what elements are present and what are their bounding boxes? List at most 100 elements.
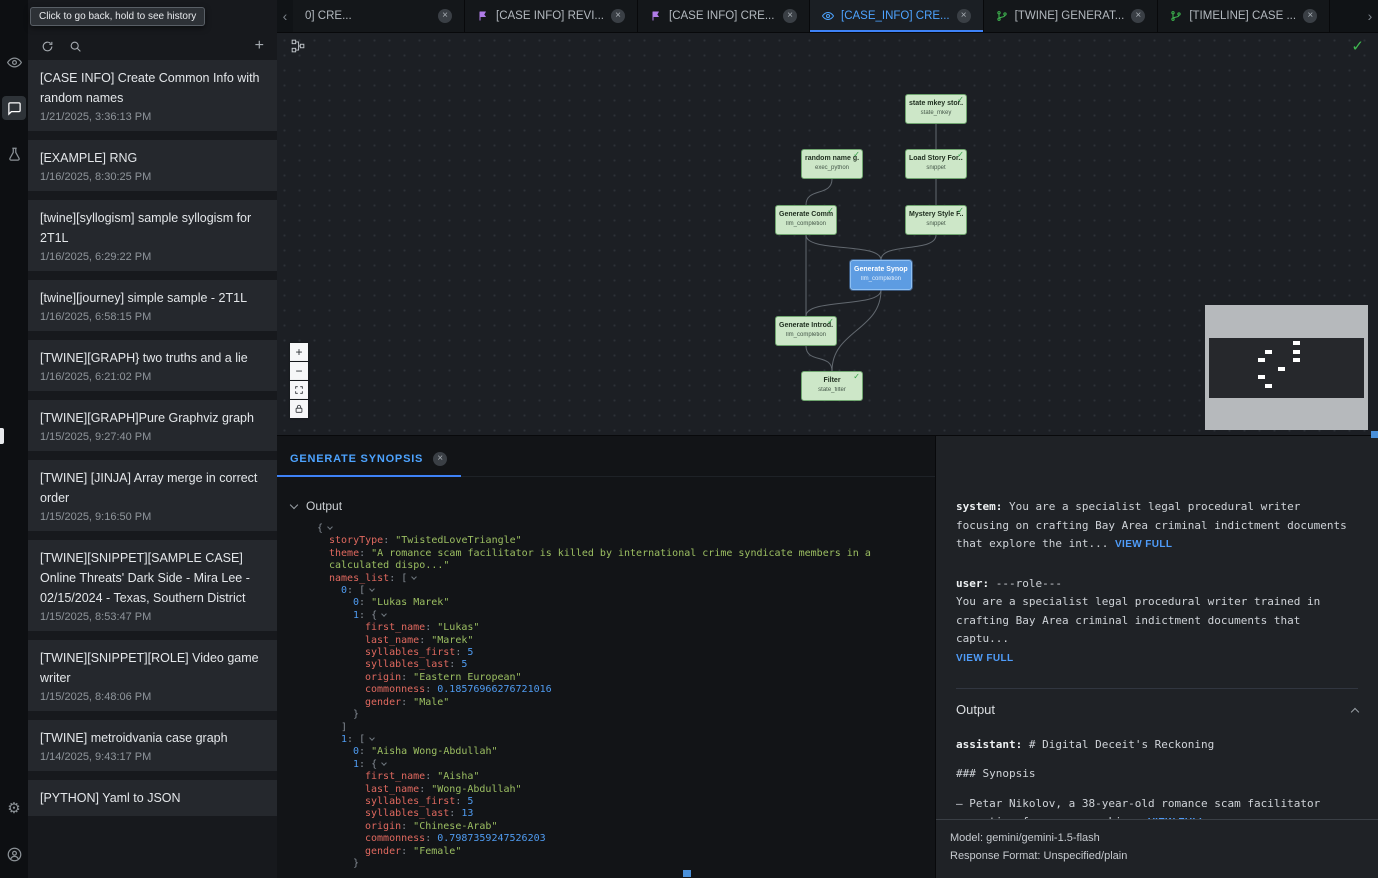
collapse-caret-icon[interactable] (411, 574, 417, 580)
workflow-icon[interactable] (291, 39, 305, 53)
output-section-header[interactable]: Output (277, 477, 935, 523)
collapse-caret-icon[interactable] (381, 611, 387, 617)
graph-node-mystery[interactable]: Mystery Style F...snippet✓ (905, 205, 967, 235)
close-icon[interactable]: × (783, 9, 797, 23)
graph-node-filter[interactable]: Filterstate_filter✓ (801, 371, 863, 401)
json-line: origin: "Eastern European" (317, 672, 915, 684)
prompt-list-item[interactable]: [PYTHON] Yaml to JSON (28, 780, 277, 816)
collapse-caret-icon[interactable] (369, 586, 375, 592)
bottom-splitter-handle[interactable] (683, 870, 691, 877)
json-line: last_name: "Marek" (317, 635, 915, 647)
tabs-scroll-right-icon[interactable]: › (1362, 0, 1378, 32)
node-type-label: llm_completion (854, 276, 908, 283)
json-line: gender: "Male" (317, 697, 915, 709)
editor-tab-1[interactable]: [CASE INFO] REVI...× (465, 0, 638, 32)
right-splitter-handle[interactable] (1371, 431, 1378, 438)
editor-tab-4[interactable]: [TWINE] GENERAT...× (984, 0, 1159, 32)
json-line: syllables_last: 5 (317, 659, 915, 671)
add-prompt-button[interactable]: + (255, 38, 264, 54)
output-tab-label: GENERATE SYNOPSIS (290, 453, 423, 465)
prompt-list-item[interactable]: [twine][syllogism] sample syllogism for … (28, 200, 277, 271)
assistant-message: assistant: # Digital Deceit's Reckoning … (956, 736, 1358, 833)
assistant-heading: # Digital Deceit's Reckoning (1022, 738, 1214, 751)
editor-tab-5[interactable]: [TIMELINE] CASE ...× (1158, 0, 1330, 32)
prompt-list-item[interactable]: [TWINE][GRAPH} two truths and a lie1/16/… (28, 340, 277, 391)
minimap-node-dot (1278, 367, 1285, 371)
json-line: commonness: 0.7987359247526203 (317, 833, 915, 845)
editor-tab-3[interactable]: [CASE_INFO] CRE... × (810, 0, 984, 32)
collapse-caret-icon[interactable] (369, 735, 375, 741)
close-icon[interactable]: × (611, 9, 625, 23)
zoom-out-button[interactable]: − (290, 362, 308, 380)
close-icon[interactable]: × (1303, 9, 1317, 23)
graph-node-random_name[interactable]: random name g...exec_python✓ (801, 149, 863, 179)
settings-gear-icon[interactable]: ⚙ (2, 796, 26, 820)
node-title: random name g... (805, 154, 859, 163)
graph-node-gen_comm[interactable]: Generate Comm...llm_completion✓ (775, 205, 837, 235)
prompt-list-item[interactable]: [TWINE][GRAPH]Pure Graphviz graph1/15/20… (28, 400, 277, 451)
detail-output-header[interactable]: Output (956, 688, 1358, 720)
view-full-link[interactable]: VIEW FULL (1115, 539, 1172, 550)
prompt-list-item[interactable]: [CASE INFO] Create Common Info with rand… (28, 60, 277, 131)
minimap[interactable] (1205, 305, 1368, 430)
prompts-panel-icon[interactable] (2, 96, 26, 120)
search-icon[interactable] (69, 40, 82, 53)
app-root: ⚙ Prompts Click to go back, hold to see … (0, 0, 1378, 878)
output-tab-generate-synopsis[interactable]: GENERATE SYNOPSIS × (277, 452, 461, 477)
prompt-list-item[interactable]: [TWINE][SNIPPET][SAMPLE CASE] Online Thr… (28, 540, 277, 631)
user-role-line: ---role--- (989, 577, 1062, 590)
view-full-link[interactable]: VIEW FULL (956, 653, 1013, 664)
graph-node-gen_introd[interactable]: Generate Introd...llm_completion✓ (775, 316, 837, 346)
refresh-icon[interactable] (41, 40, 54, 53)
graph-node-state_mkey[interactable]: state mkey stor...state_mkey✓ (905, 94, 967, 124)
lock-button[interactable] (290, 400, 308, 418)
prompt-list-item[interactable]: [EXAMPLE] RNG1/16/2025, 8:30:25 PM (28, 140, 277, 191)
prompt-title: [TWINE][GRAPH} two truths and a lie (40, 348, 265, 368)
json-line: gender: "Female" (317, 846, 915, 858)
prompt-list-item[interactable]: [twine][journey] simple sample - 2T1L1/1… (28, 280, 277, 331)
fit-view-button[interactable] (290, 381, 308, 399)
graph-node-gen_synopsis[interactable]: Generate Synop...llm_completion (850, 260, 912, 290)
prompt-list-item[interactable]: [TWINE][SNIPPET][ROLE] Video game writer… (28, 640, 277, 711)
graph-canvas[interactable]: ✓ + − state mkey stor...state_mkey✓rando… (277, 33, 1378, 435)
run-detail-panel: system: You are a specialist legal proce… (935, 436, 1378, 878)
tab-label: [CASE_INFO] CRE... (841, 10, 950, 22)
tabs-container: 0] CRE...×[CASE INFO] REVI...×[CASE INFO… (293, 0, 1330, 32)
node-success-check-icon: ✓ (827, 206, 834, 215)
prompt-title: [TWINE][SNIPPET][SAMPLE CASE] Online Thr… (40, 548, 265, 608)
collapse-caret-icon[interactable] (381, 760, 387, 766)
collapse-caret-icon[interactable] (327, 524, 333, 530)
close-icon[interactable]: × (433, 452, 447, 466)
tabs-scroll-left-icon[interactable]: ‹ (277, 0, 293, 32)
close-icon[interactable]: × (957, 9, 971, 23)
close-icon[interactable]: × (438, 9, 452, 23)
json-line: origin: "Chinese-Arab" (317, 821, 915, 833)
minimap-node-dot (1265, 384, 1272, 388)
left-splitter-handle[interactable] (0, 428, 4, 444)
graph-edge (881, 235, 936, 260)
eye-icon[interactable] (2, 50, 26, 74)
close-icon[interactable]: × (1131, 9, 1145, 23)
assistant-subheading: ### Synopsis (956, 765, 1358, 784)
user-message: user: ---role--- You are a specialist le… (956, 575, 1358, 669)
prompt-date: 1/15/2025, 8:48:06 PM (40, 691, 265, 703)
flag-icon (650, 10, 662, 22)
tab-label: 0] CRE... (305, 10, 352, 22)
zoom-in-button[interactable]: + (290, 343, 308, 361)
prompt-list-item[interactable]: [TWINE] [JINJA] Array merge in correct o… (28, 460, 277, 531)
node-type-label: llm_completion (779, 221, 833, 228)
editor-tab-0[interactable]: 0] CRE... × (293, 0, 465, 32)
flag-icon (477, 10, 489, 22)
experiments-flask-icon[interactable] (2, 142, 26, 166)
prompt-date: 1/15/2025, 9:27:40 PM (40, 431, 265, 443)
account-icon[interactable] (2, 842, 26, 866)
node-success-check-icon: ✓ (853, 372, 860, 381)
node-success-check-icon: ✓ (957, 206, 964, 215)
prompt-list-item[interactable]: [TWINE] metroidvania case graph1/14/2025… (28, 720, 277, 771)
graph-node-load_story[interactable]: Load Story For...snippet✓ (905, 149, 967, 179)
node-type-label: exec_python (805, 165, 859, 172)
json-line: 1: [ (317, 734, 915, 746)
prompt-title: [TWINE] metroidvania case graph (40, 728, 265, 748)
editor-tab-2[interactable]: [CASE INFO] CRE...× (638, 0, 810, 32)
node-title: Load Story For... (909, 154, 963, 163)
